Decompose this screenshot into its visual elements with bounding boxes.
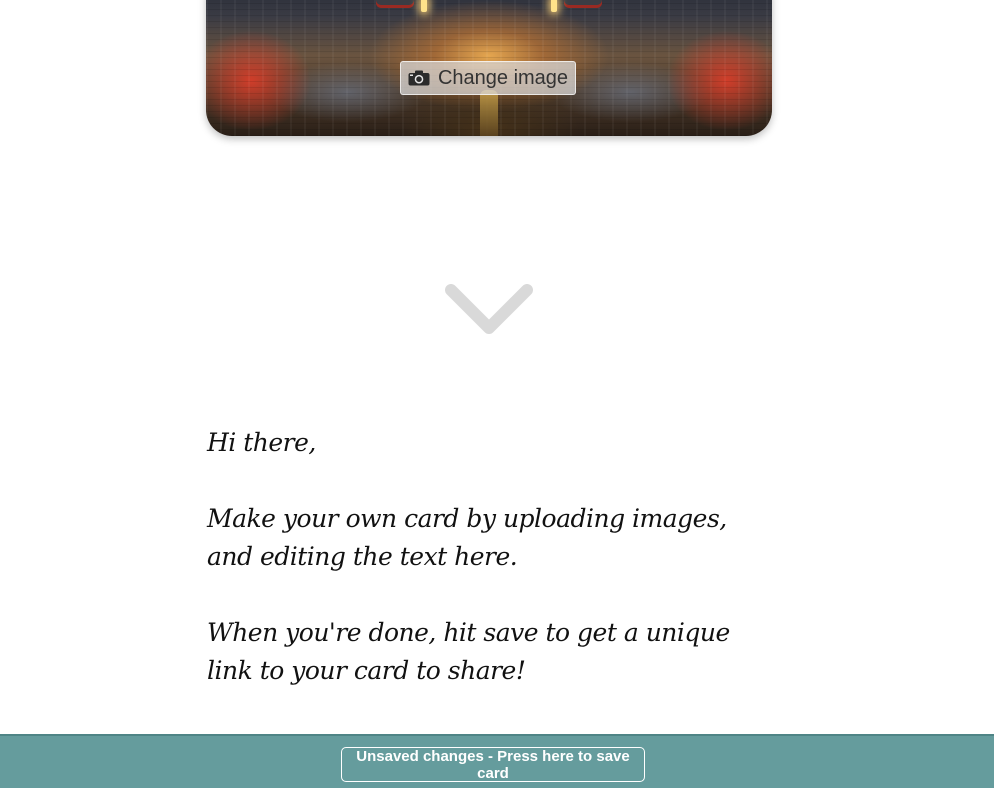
car-shape [376, 0, 414, 8]
card-cover-image: Change image [206, 0, 772, 136]
save-card-button[interactable]: Unsaved changes - Press here to save car… [341, 747, 645, 782]
camera-icon [408, 70, 430, 86]
car-shape [564, 0, 602, 8]
message-paragraph: When you're done, hit save to get a uniq… [207, 618, 730, 685]
card-editor-page: Change image Hi there, Make your own car… [0, 0, 994, 788]
chevron-down-icon[interactable] [445, 282, 535, 336]
message-paragraph: Make your own card by uploading images, … [207, 504, 727, 571]
change-image-button[interactable]: Change image [400, 61, 576, 95]
street-light [421, 0, 427, 12]
change-image-label: Change image [437, 66, 569, 89]
street-light [551, 0, 557, 12]
street-post [480, 90, 498, 136]
message-paragraph: Hi there, [207, 428, 316, 457]
card-message[interactable]: Hi there, Make your own card by uploadin… [207, 424, 777, 728]
save-bar: Unsaved changes - Press here to save car… [0, 734, 994, 788]
